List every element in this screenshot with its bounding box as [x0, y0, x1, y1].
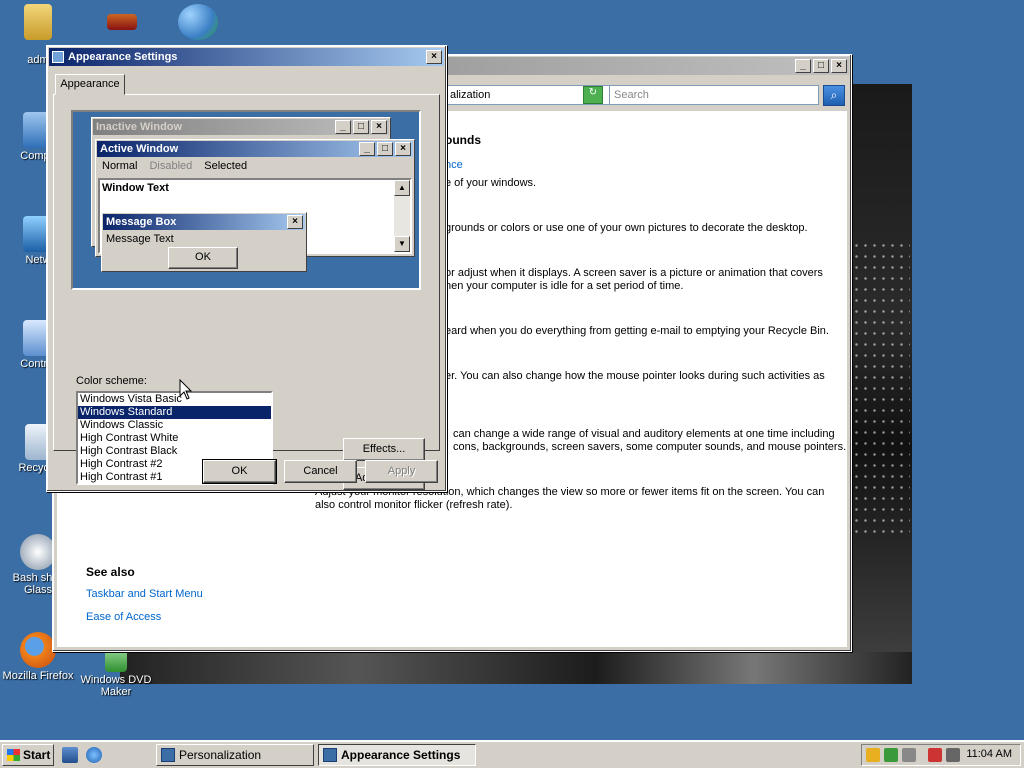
search-icon[interactable]: ⌕ [823, 85, 845, 106]
mouse-cursor-icon [179, 379, 193, 400]
window-icon [161, 748, 175, 762]
page-heading: ounds [445, 133, 481, 147]
cancel-button[interactable]: Cancel [284, 460, 357, 483]
security-shield-icon[interactable] [866, 748, 880, 762]
maximize-button[interactable]: □ [813, 59, 829, 73]
tab-appearance[interactable]: Appearance [55, 74, 125, 95]
appearance-preview: Inactive Window _ □ × Active Window _ □ … [71, 110, 421, 290]
list-item-selected[interactable]: Windows Standard [78, 406, 271, 419]
message-text: Message Text [106, 233, 174, 245]
desc-line: cons, backgrounds, screen savers, some c… [453, 441, 847, 453]
preview-scrollbar: ▲ ▼ [394, 180, 410, 252]
desc-line: er. You can also change how the mouse po… [445, 370, 825, 382]
desktop-icon-partial-2[interactable] [160, 4, 236, 42]
refresh-icon[interactable]: ↻ [583, 86, 603, 104]
update-icon[interactable] [884, 748, 898, 762]
appearance-titlebar[interactable]: Appearance Settings × [49, 48, 444, 66]
window-icon [52, 51, 64, 63]
clock[interactable]: 11:04 AM [966, 748, 1012, 760]
desc-line: eard when you do everything from getting… [445, 325, 829, 337]
see-also-heading: See also [86, 565, 135, 579]
taskbar-item-appearance-settings[interactable]: Appearance Settings [318, 744, 476, 766]
desc-line: or adjust when it displays. A screen sav… [445, 267, 823, 279]
internet-explorer-icon[interactable] [86, 747, 102, 763]
system-tray: 11:04 AM [861, 744, 1021, 766]
desc-line: grounds or colors or use one of your own… [445, 222, 808, 234]
show-desktop-icon[interactable] [62, 747, 78, 763]
minimize-icon: _ [335, 120, 351, 134]
link-appearance[interactable]: nce [445, 159, 463, 171]
wallpaper-bottom [120, 652, 912, 684]
preview-message-box: Message Box × Message Text OK [101, 212, 307, 272]
network-disconnected-icon[interactable] [928, 748, 942, 762]
taskbar-item-personalization[interactable]: Personalization [156, 744, 314, 766]
ok-button[interactable]: OK [202, 459, 277, 484]
list-item[interactable]: High Contrast Black [78, 445, 271, 458]
minimize-icon: _ [359, 142, 375, 156]
link-ease-of-access[interactable]: Ease of Access [86, 611, 161, 623]
list-item[interactable]: High Contrast White [78, 432, 271, 445]
desc-line: hen your computer is idle for a set peri… [445, 280, 684, 292]
close-icon: × [395, 142, 411, 156]
effects-button[interactable]: Effects... [343, 438, 425, 461]
window-icon [323, 748, 337, 762]
appearance-tab-pane: Inactive Window _ □ × Active Window _ □ … [53, 94, 440, 490]
desc-line: also control monitor flicker (refresh ra… [315, 499, 513, 511]
close-icon: × [287, 215, 303, 229]
link-taskbar-start-menu[interactable]: Taskbar and Start Menu [86, 588, 203, 600]
application-icon [107, 14, 137, 30]
volume-muted-icon[interactable] [946, 748, 960, 762]
preview-ok-button: OK [168, 247, 238, 269]
appearance-settings-dialog[interactable]: Appearance Settings × Appearance Inactiv… [46, 45, 447, 492]
scroll-up-icon: ▲ [394, 180, 410, 196]
maximize-icon: □ [353, 120, 369, 134]
close-button[interactable]: × [426, 50, 442, 64]
taskbar: Start Personalization Appearance Setting… [0, 740, 1024, 768]
menu-disabled: Disabled [149, 160, 193, 172]
color-scheme-label: Color scheme: [76, 375, 147, 387]
list-item[interactable]: Windows Classic [78, 419, 271, 432]
close-button[interactable]: × [831, 59, 847, 73]
desc-line: e of your windows. [445, 177, 537, 189]
users-icon [178, 4, 218, 40]
apply-button[interactable]: Apply [365, 460, 438, 483]
desktop-icon-partial-1[interactable] [84, 14, 160, 32]
wallpaper-lights [852, 240, 910, 540]
dvd-maker-icon [105, 650, 127, 672]
minimize-button[interactable]: _ [795, 59, 811, 73]
scroll-down-icon: ▼ [394, 236, 410, 252]
desktop-icon-dvd-maker[interactable]: Windows DVD Maker [78, 650, 154, 698]
maximize-icon: □ [377, 142, 393, 156]
firefox-icon [20, 632, 56, 668]
folder-icon [24, 4, 52, 40]
windows-logo-icon [7, 749, 20, 761]
menu-selected: Selected [204, 160, 248, 172]
start-button[interactable]: Start [2, 744, 54, 766]
close-icon: × [371, 120, 387, 134]
address-bar[interactable]: alization ▼ [445, 85, 633, 105]
window-text: Window Text [102, 182, 169, 194]
menu-normal: Normal [102, 160, 138, 172]
devices-icon[interactable] [902, 748, 916, 762]
desc-line: can change a wide range of visual and au… [453, 428, 835, 440]
search-input[interactable]: Search [609, 85, 819, 105]
list-item[interactable]: Windows Vista Basic [78, 393, 271, 406]
gear-icon [20, 534, 56, 570]
preview-menubar: Normal Disabled Selected [96, 158, 414, 174]
